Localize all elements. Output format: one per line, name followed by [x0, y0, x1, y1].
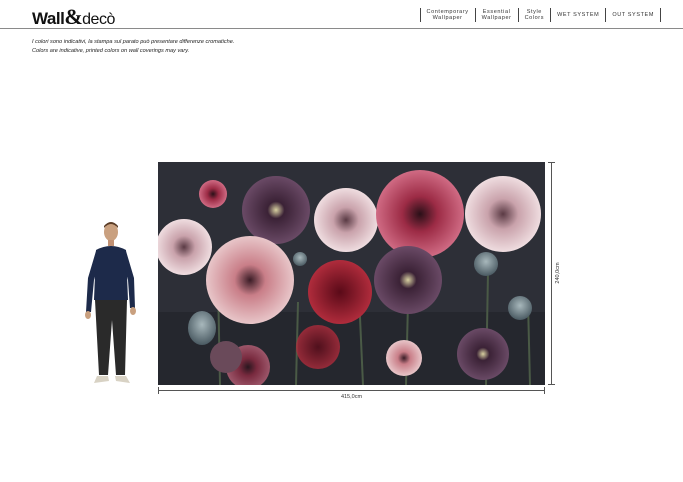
- nav-item-contemporary[interactable]: Contemporary Wallpaper: [419, 8, 475, 22]
- width-dimension-label: 415,0cm: [340, 394, 363, 400]
- top-nav: Contemporary Wallpaper Essential Wallpap…: [419, 8, 661, 22]
- width-dimension-line: [158, 387, 545, 394]
- header-divider: [0, 28, 683, 29]
- header: Wall&decò Contemporary Wallpaper Essenti…: [0, 0, 683, 29]
- brand-name-part1: Wall: [32, 9, 65, 28]
- nav-item-essential[interactable]: Essential Wallpaper: [474, 8, 518, 22]
- wallpaper-mural-preview: [158, 162, 545, 385]
- floral-mural-image: [158, 162, 545, 385]
- nav-item-style[interactable]: Style Colors: [517, 8, 551, 22]
- nav-label-line2: Wallpaper: [481, 15, 512, 21]
- disclaimer-english: Colors are indicative, printed colors on…: [32, 48, 190, 54]
- nav-label: WET SYSTEM: [557, 12, 600, 18]
- scale-person-figure: [85, 222, 136, 383]
- nav-item-wet-system[interactable]: WET SYSTEM: [550, 8, 605, 22]
- brand-logo[interactable]: Wall&decò: [32, 4, 115, 30]
- nav-item-out-system[interactable]: OUT SYSTEM: [605, 8, 661, 22]
- nav-label: OUT SYSTEM: [612, 12, 654, 18]
- disclaimer-italian: I colori sono indicativi, la stampa sul …: [32, 39, 235, 45]
- brand-ampersand: &: [64, 4, 83, 29]
- color-disclaimer: I colori sono indicativi, la stampa sul …: [32, 38, 234, 56]
- height-dimension-label: 240,0cm: [555, 262, 561, 284]
- nav-label-line2: Colors: [524, 15, 545, 21]
- nav-label-line2: Wallpaper: [432, 15, 463, 21]
- height-dimension-line: [548, 162, 555, 385]
- brand-name-part2: decò: [82, 11, 115, 28]
